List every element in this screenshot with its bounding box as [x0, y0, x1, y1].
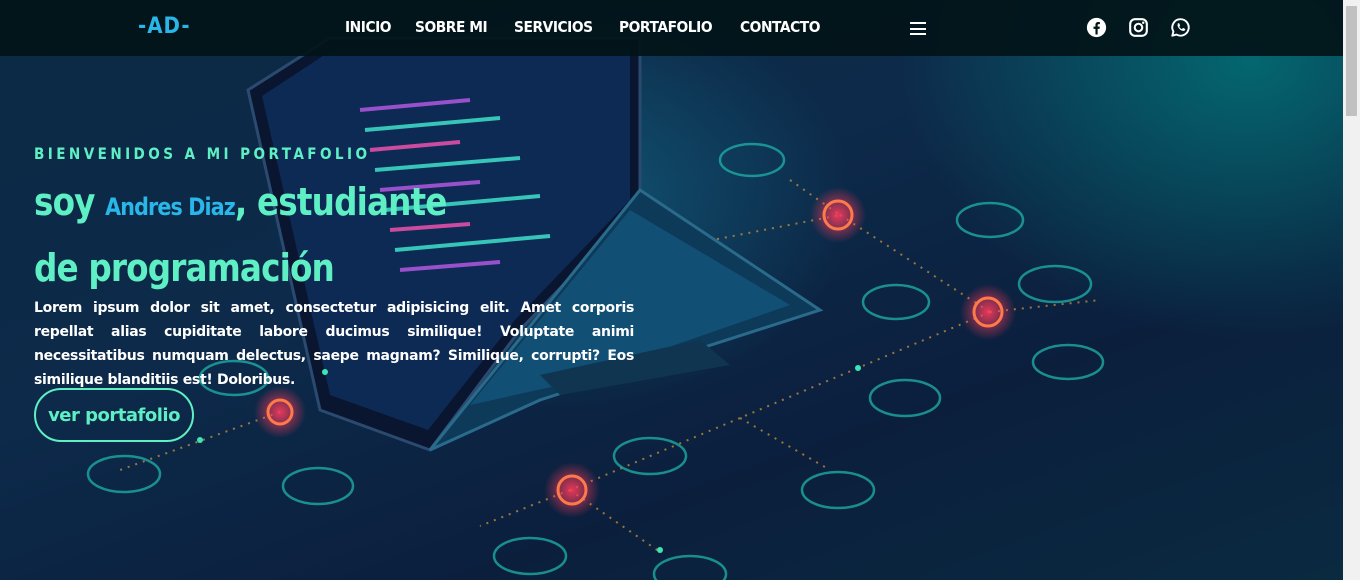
- headline-name: Andres Diaz: [105, 193, 236, 221]
- headline-prefix: soy: [34, 180, 106, 224]
- nav-link-portafolio[interactable]: PORTAFOLIO: [619, 18, 713, 36]
- nav-link-inicio[interactable]: INICIO: [345, 18, 392, 36]
- nav-link-contacto[interactable]: CONTACTO: [740, 18, 820, 36]
- ver-portafolio-button[interactable]: ver portafolio: [34, 388, 194, 442]
- main-menu: INICIO SOBRE MI SERVICIOS PORTAFOLIO CON…: [345, 18, 827, 36]
- site-logo[interactable]: -AD-: [138, 14, 191, 39]
- facebook-icon[interactable]: [1086, 17, 1107, 38]
- page-scrollbar[interactable]: [1343, 0, 1360, 580]
- hero-description: Lorem ipsum dolor sit amet, consectetur …: [34, 300, 634, 388]
- social-links: [1086, 17, 1191, 38]
- hero-headline: soy Andres Diaz, estudiante de programac…: [34, 172, 447, 299]
- hero-kicker: BIENVENIDOS A MI PORTAFOLIO: [34, 144, 371, 163]
- scrollbar-thumb[interactable]: [1346, 6, 1357, 116]
- instagram-icon[interactable]: [1128, 17, 1149, 38]
- top-navbar: -AD- INICIO SOBRE MI SERVICIOS PORTAFOLI…: [0, 0, 1343, 56]
- whatsapp-icon[interactable]: [1170, 17, 1191, 38]
- nav-link-sobre-mi[interactable]: SOBRE MI: [415, 18, 488, 36]
- hamburger-menu-icon[interactable]: [910, 22, 926, 35]
- nav-link-servicios[interactable]: SERVICIOS: [514, 18, 593, 36]
